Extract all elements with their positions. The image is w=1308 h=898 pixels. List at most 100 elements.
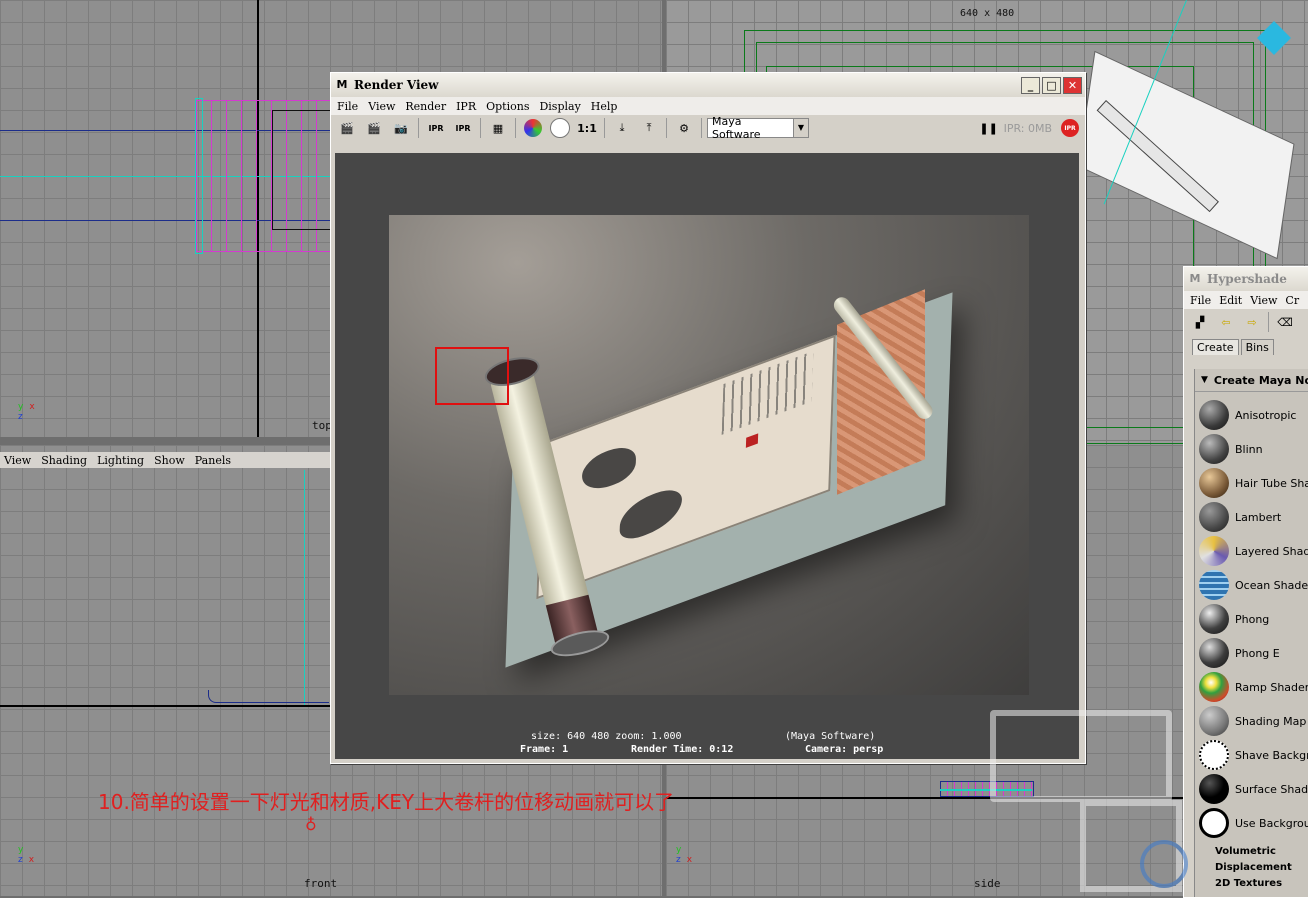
ipr-stop-icon[interactable]: IPR: [1061, 119, 1079, 137]
render-settings-icon[interactable]: ⚙: [672, 117, 696, 139]
section-title: Create Maya No: [1213, 373, 1308, 387]
render-view-titlebar[interactable]: M Render View _ □ ✕: [331, 73, 1085, 97]
tutorial-caption: 10.简单的设置一下灯光和材质,KEY上大卷杆的位移动画就可以了: [98, 790, 675, 814]
hs-menu-view[interactable]: View: [1250, 294, 1277, 307]
list-item[interactable]: Shave Backgr: [1195, 738, 1308, 772]
list-item[interactable]: Use Backgrou: [1195, 806, 1308, 840]
keep-image-icon[interactable]: ⤓: [610, 117, 634, 139]
hypershade-toolbar: ▞ ⇦ ⇨ ⌫: [1184, 309, 1308, 335]
list-item[interactable]: Layered Shade: [1195, 534, 1308, 568]
ramp-shader-swatch-icon: [1199, 672, 1229, 702]
list-item[interactable]: Shading Map: [1195, 704, 1308, 738]
list-item[interactable]: Phong E: [1195, 636, 1308, 670]
panel-menu-shading[interactable]: Shading: [41, 454, 87, 467]
list-item[interactable]: Ocean Shader: [1195, 568, 1308, 602]
list-item[interactable]: Lambert: [1195, 500, 1308, 534]
use-background-swatch-icon: [1199, 808, 1229, 838]
graph-icon[interactable]: ▞: [1188, 311, 1212, 333]
close-button[interactable]: ✕: [1063, 76, 1082, 94]
maximize-button[interactable]: □: [1042, 76, 1061, 94]
render-clapper-icon[interactable]: 🎬: [335, 117, 359, 139]
menu-help[interactable]: Help: [591, 100, 618, 113]
hypershade-menu-bar: File Edit View Cr: [1184, 291, 1308, 309]
viewport-label-side: side: [974, 877, 1001, 890]
curve-line: [304, 470, 305, 705]
list-item[interactable]: Anisotropic: [1195, 398, 1308, 432]
render-canvas[interactable]: size: 640 480 zoom: 1.000 (Maya Software…: [335, 153, 1079, 759]
arrow-right-icon[interactable]: ⇨: [1240, 311, 1264, 333]
redo-render-icon[interactable]: 🎬: [362, 117, 386, 139]
resolution-label: 640 x 480: [960, 8, 1015, 19]
minimize-button[interactable]: _: [1021, 76, 1040, 94]
pause-icon[interactable]: ❚❚: [977, 117, 1001, 139]
surface-shader-swatch-icon: [1199, 774, 1229, 804]
eraser-icon[interactable]: ⌫: [1273, 311, 1297, 333]
section-header-volumetric[interactable]: Volumetric: [1195, 846, 1308, 862]
light-icon[interactable]: ♁: [305, 815, 317, 834]
viewport-label-front: front: [304, 877, 338, 890]
selection-highlight-box: [435, 347, 509, 405]
ipr-refresh-icon[interactable]: IPR: [451, 117, 475, 139]
menu-file[interactable]: File: [337, 100, 358, 113]
phong-e-swatch-icon: [1199, 638, 1229, 668]
hs-menu-create[interactable]: Cr: [1285, 294, 1299, 307]
maya-logo-icon: M: [336, 78, 348, 91]
render-view-toolbar: 🎬 🎬 📷 IPR IPR ▦ 1:1 ⤓ ⤒ ⚙ Maya Software …: [331, 115, 1085, 141]
renderer-dropdown[interactable]: Maya Software ▼: [707, 115, 809, 141]
hypershade-title: Hypershade: [1207, 272, 1287, 286]
painting-rock: [581, 440, 637, 497]
ipr-memory-status: IPR: 0MB: [1003, 121, 1052, 135]
hypershade-titlebar[interactable]: M Hypershade: [1184, 267, 1308, 291]
ipr-render-icon[interactable]: IPR: [424, 117, 448, 139]
panel-menu-lighting[interactable]: Lighting: [97, 454, 144, 467]
menu-options[interactable]: Options: [486, 100, 529, 113]
viewport-label-top: top: [312, 419, 332, 432]
hs-menu-edit[interactable]: Edit: [1219, 294, 1242, 307]
hypershade-tabs: Create Bins: [1184, 335, 1308, 355]
list-item[interactable]: Hair Tube Sha: [1195, 466, 1308, 500]
panel-menu-show[interactable]: Show: [154, 454, 185, 467]
section-header-create-maya-nodes[interactable]: ▼ Create Maya No: [1195, 369, 1308, 392]
rgb-channels-icon[interactable]: [521, 117, 545, 139]
anisotropic-swatch-icon: [1199, 400, 1229, 430]
snapshot-icon[interactable]: 📷: [389, 117, 413, 139]
shader-list: Anisotropic Blinn Hair Tube Sha Lambert …: [1195, 392, 1308, 840]
menu-display[interactable]: Display: [539, 100, 580, 113]
hypershade-panel: ▼ Create Maya No Anisotropic Blinn Hair …: [1194, 369, 1308, 897]
section-header-2d-textures[interactable]: 2D Textures: [1195, 878, 1308, 894]
renderer-dropdown-value: Maya Software: [712, 115, 761, 141]
tab-create[interactable]: Create: [1192, 339, 1239, 355]
arrow-left-icon[interactable]: ⇦: [1214, 311, 1238, 333]
panel-menu-view[interactable]: View: [4, 454, 31, 467]
blinn-swatch-icon: [1199, 434, 1229, 464]
render-view-menu-bar: File View Render IPR Options Display Hel…: [331, 97, 1085, 115]
hair-tube-swatch-icon: [1199, 468, 1229, 498]
zoom-ratio-button[interactable]: 1:1: [575, 117, 599, 139]
ocean-shader-swatch-icon: [1199, 570, 1229, 600]
painting-calligraphy: [721, 350, 814, 435]
axis-gizmo: yzx: [676, 845, 693, 865]
list-item[interactable]: Surface Shade: [1195, 772, 1308, 806]
menu-ipr[interactable]: IPR: [456, 100, 476, 113]
layered-shader-swatch-icon: [1199, 536, 1229, 566]
phong-swatch-icon: [1199, 604, 1229, 634]
curve-line: [940, 789, 1032, 791]
menu-render[interactable]: Render: [405, 100, 446, 113]
section-header-displacement[interactable]: Displacement: [1195, 862, 1308, 878]
hs-menu-file[interactable]: File: [1190, 294, 1211, 307]
render-region-icon[interactable]: ▦: [486, 117, 510, 139]
curve-line: [208, 690, 329, 703]
axis-gizmo: yxz: [18, 402, 35, 422]
alpha-channel-icon[interactable]: [548, 117, 572, 139]
sun-icon: [1199, 740, 1229, 770]
menu-view[interactable]: View: [368, 100, 395, 113]
list-item[interactable]: Blinn: [1195, 432, 1308, 466]
lambert-swatch-icon: [1199, 502, 1229, 532]
maya-logo-icon: M: [1189, 272, 1201, 285]
panel-menu-panels[interactable]: Panels: [195, 454, 231, 467]
remove-image-icon[interactable]: ⤒: [637, 117, 661, 139]
list-item[interactable]: Phong: [1195, 602, 1308, 636]
triangle-down-icon: ▼: [1201, 375, 1208, 385]
tab-bins[interactable]: Bins: [1240, 339, 1274, 355]
list-item[interactable]: Ramp Shader: [1195, 670, 1308, 704]
